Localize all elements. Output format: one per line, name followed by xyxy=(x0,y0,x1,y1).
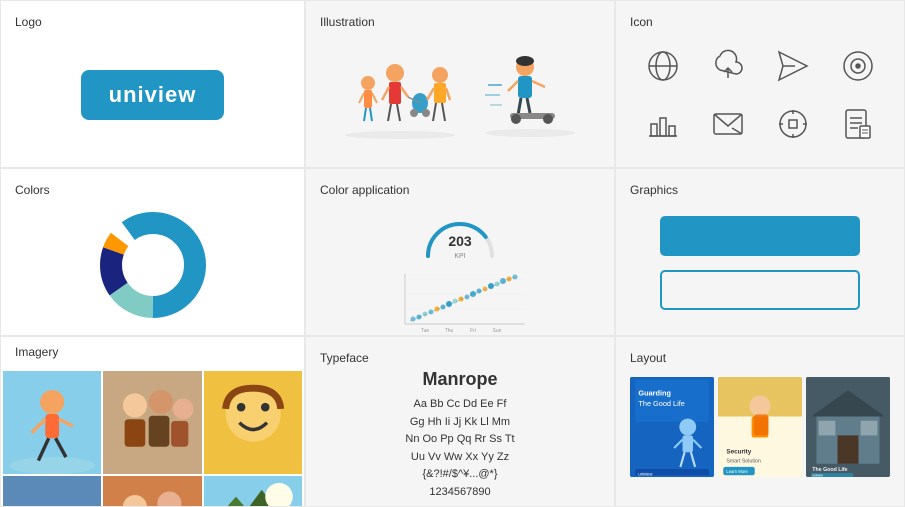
layout-cell: Layout Guarding The Good Life uniview xyxy=(615,336,905,507)
typeface-label: Typeface xyxy=(320,351,369,365)
font-line4: Uu Vv Ww Xx Yy Zz xyxy=(411,451,509,463)
svg-text:uniview: uniview xyxy=(638,471,653,476)
icon-goal xyxy=(764,99,821,149)
icon-grid xyxy=(630,37,890,153)
font-line6: 1234567890 xyxy=(429,486,490,498)
colors-cell: Colors xyxy=(0,168,305,336)
illustration-family-svg xyxy=(340,45,460,145)
svg-text:Guarding: Guarding xyxy=(638,389,671,398)
graphics-cell: Graphics xyxy=(615,168,905,336)
svg-text:Thu: Thu xyxy=(445,328,454,334)
email-icon xyxy=(710,106,746,142)
icon-email xyxy=(699,99,756,149)
imagery-item-hands xyxy=(3,476,101,507)
graphic-bar-filled xyxy=(660,216,860,256)
donut-container xyxy=(15,205,290,325)
layout-label: Layout xyxy=(630,351,890,365)
gauge-area: 203 KPI xyxy=(320,205,600,265)
graphics-label: Graphics xyxy=(630,183,890,197)
icon-send xyxy=(764,41,821,91)
colors-label: Colors xyxy=(15,183,290,197)
svg-text:Fri: Fri xyxy=(470,328,476,334)
font-line2: Gg Hh Ii Jj Kk Ll Mm xyxy=(410,416,510,428)
svg-text:Sun: Sun xyxy=(493,328,502,334)
imagery-grid xyxy=(1,371,304,507)
scatter-chart-area: Tue Thu Fri Sun xyxy=(320,269,600,334)
font-sample: Aa Bb Cc Dd Ee Ff Gg Hh Ii Jj Kk Ll Mm N… xyxy=(405,396,514,502)
layout-img-3: The Good Life uniview xyxy=(806,377,890,477)
icon-label: Icon xyxy=(630,15,890,29)
graphics-content xyxy=(630,205,890,321)
gauge-svg: 203 KPI xyxy=(420,208,500,263)
bar-chart-icon xyxy=(645,106,681,142)
imagery-item-smile xyxy=(204,371,302,474)
layout-img-1: Guarding The Good Life uniview xyxy=(630,377,714,477)
icon-target xyxy=(829,41,886,91)
svg-text:Smart Solution: Smart Solution xyxy=(726,459,761,465)
main-grid: Logo uniview Illustration xyxy=(0,0,905,507)
logo-text: uniview xyxy=(109,82,197,107)
font-line1: Aa Bb Cc Dd Ee Ff xyxy=(414,398,507,410)
imagery-cell: Imagery xyxy=(0,336,305,507)
logo-container: uniview xyxy=(15,37,290,153)
layout-images: Guarding The Good Life uniview xyxy=(630,373,890,492)
imagery-item-running xyxy=(3,371,101,474)
font-name: Manrope xyxy=(422,369,497,390)
svg-text:Learn More: Learn More xyxy=(726,469,748,474)
icon-globe xyxy=(634,41,691,91)
document-icon xyxy=(840,106,876,142)
color-app-label: Color application xyxy=(320,183,600,197)
svg-text:The Good Life: The Good Life xyxy=(812,467,847,473)
target-icon xyxy=(840,48,876,84)
svg-text:The Good Life: The Good Life xyxy=(638,399,684,408)
globe-icon xyxy=(645,48,681,84)
imagery-item-people xyxy=(103,476,201,507)
layout-img-2: Security Smart Solution Learn More xyxy=(718,377,802,477)
scatter-svg: Tue Thu Fri Sun xyxy=(395,269,525,334)
donut-chart xyxy=(93,205,213,325)
cloud-icon xyxy=(710,48,746,84)
goal-icon xyxy=(775,106,811,142)
illustration-scooter-svg xyxy=(480,45,580,145)
icon-cloud xyxy=(699,41,756,91)
font-line5: {&?!#/$^¥...@*} xyxy=(422,468,497,480)
logo-box: uniview xyxy=(81,70,225,120)
icon-document xyxy=(829,99,886,149)
svg-text:KPI: KPI xyxy=(454,253,465,260)
svg-text:Security: Security xyxy=(726,448,751,455)
typeface-cell: Typeface Manrope Aa Bb Cc Dd Ee Ff Gg Hh… xyxy=(305,336,615,507)
svg-text:203: 203 xyxy=(448,233,472,249)
illustration-content xyxy=(320,37,600,153)
imagery-item-group1 xyxy=(103,371,201,474)
illustration-label: Illustration xyxy=(320,15,600,29)
logo-cell: Logo uniview xyxy=(0,0,305,168)
svg-text:uniview: uniview xyxy=(812,473,823,477)
icon-cell: Icon xyxy=(615,0,905,168)
color-app-content: 203 KPI xyxy=(320,205,600,336)
font-line3: Nn Oo Pp Qq Rr Ss Tt xyxy=(405,433,514,445)
imagery-label: Imagery xyxy=(1,337,304,363)
logo-label: Logo xyxy=(15,15,290,29)
svg-text:Tue: Tue xyxy=(421,328,430,334)
illustration-cell: Illustration xyxy=(305,0,615,168)
icon-bar-chart xyxy=(634,99,691,149)
graphic-bar-outline xyxy=(660,270,860,310)
send-icon xyxy=(775,48,811,84)
imagery-item-landscape xyxy=(204,476,302,507)
color-application-cell: Color application 203 KPI xyxy=(305,168,615,336)
